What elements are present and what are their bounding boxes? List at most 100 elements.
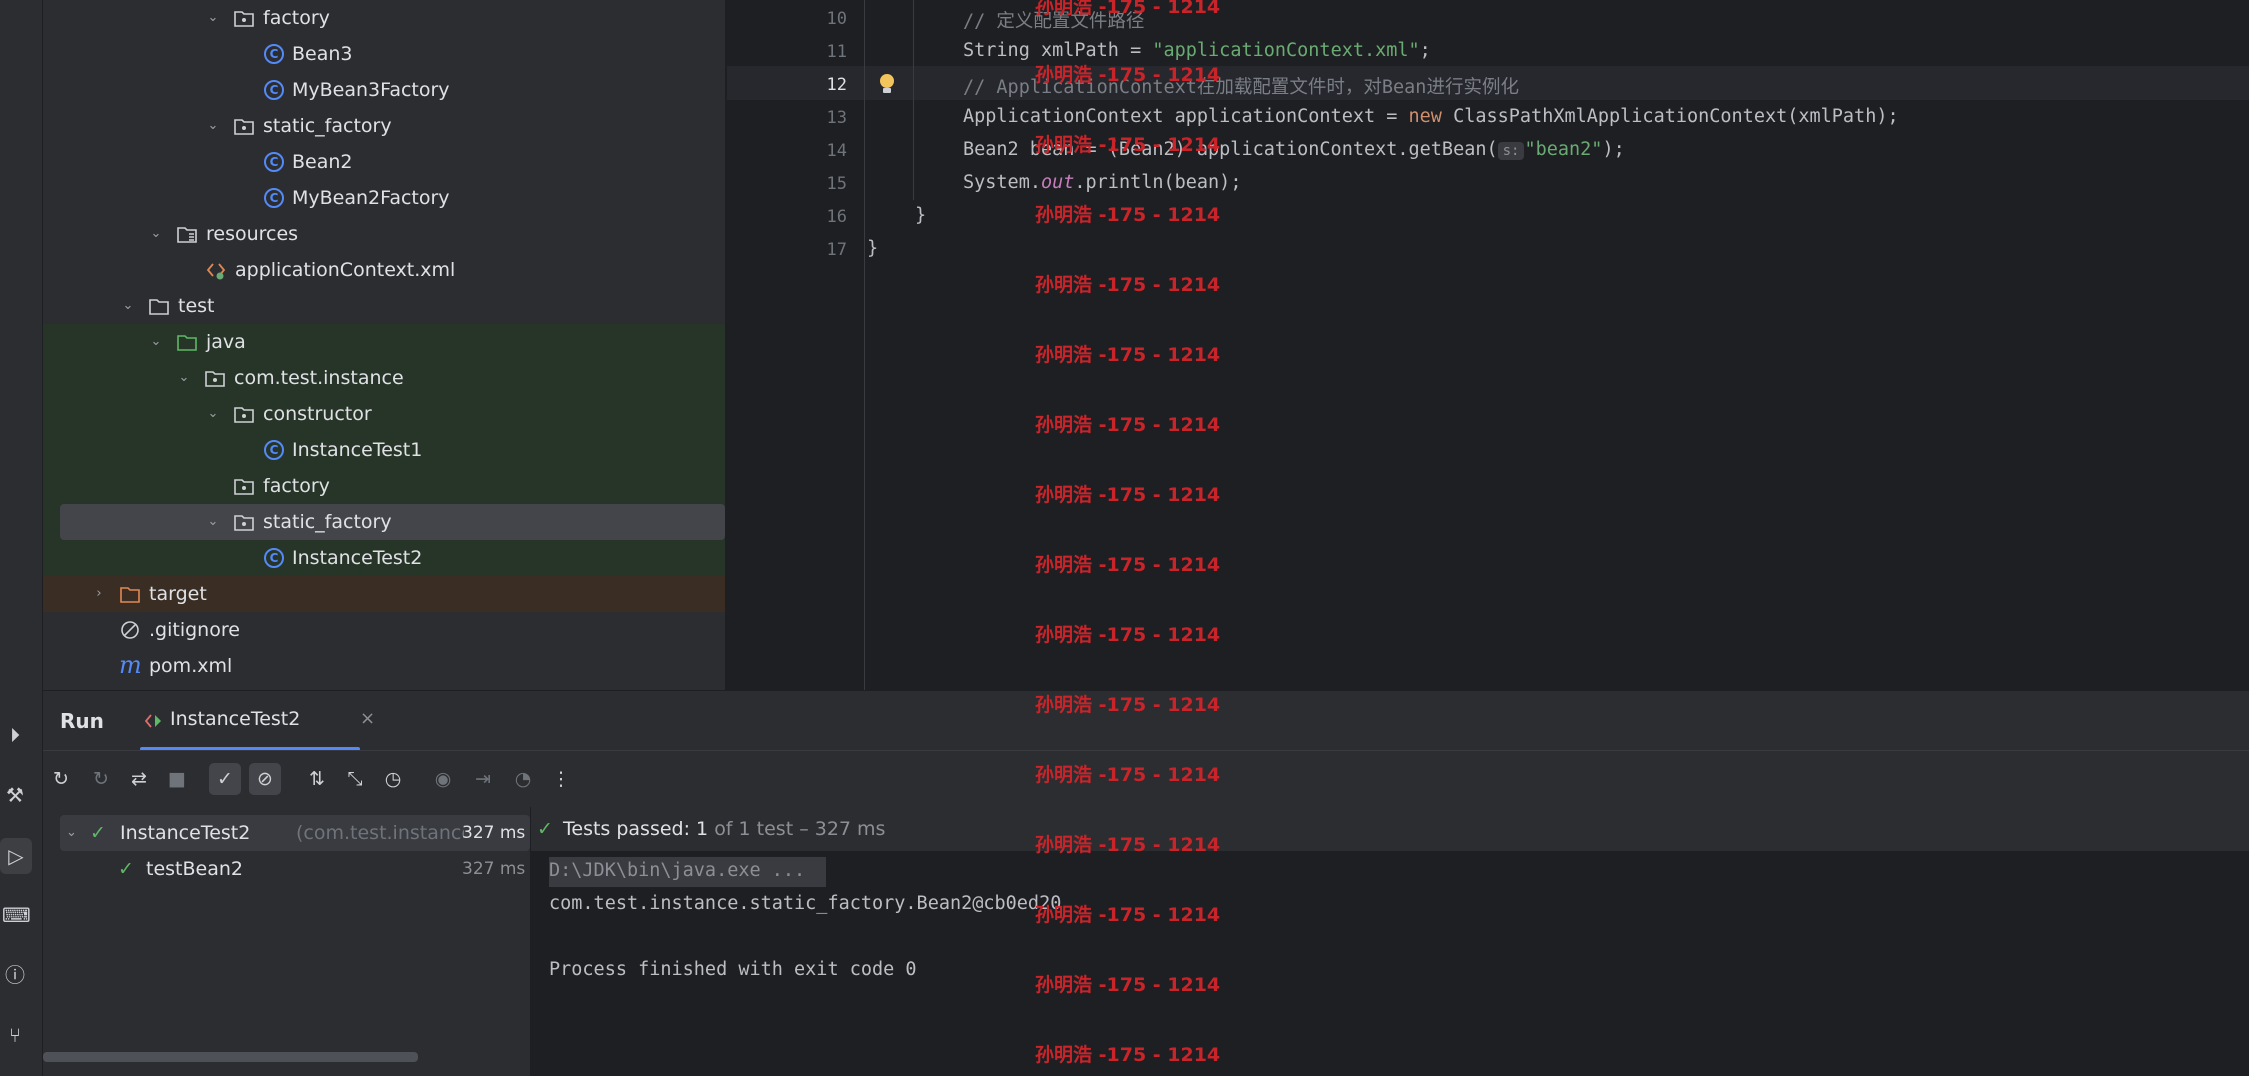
test-detail: (com.test.instance.s [296, 822, 464, 844]
tree-item-com-test-instance[interactable]: ⌄ com.test.instance [43, 360, 725, 396]
chevron-down-icon[interactable]: ⌄ [203, 0, 223, 36]
tree-item-label: target [149, 583, 207, 605]
tree-item-gitignore[interactable]: .gitignore [43, 612, 725, 648]
status-count: 1 [696, 818, 709, 840]
tree-item-java[interactable]: ⌄ java [43, 324, 725, 360]
tree-item-label: InstanceTest1 [292, 439, 423, 461]
tree-item-instancetest2[interactable]: C InstanceTest2 [43, 540, 725, 576]
code-token: System. [963, 172, 1041, 193]
tree-item-factory[interactable]: ⌄ factory [43, 0, 725, 36]
coverage-icon[interactable]: ◔ [507, 763, 539, 795]
tree-item-pom-xml[interactable]: m pom.xml [43, 648, 725, 684]
watermark: 孙明浩 -175 - 1214 [1035, 834, 1221, 856]
line-number: 13 [826, 108, 847, 128]
chevron-down-icon[interactable]: ⌄ [203, 504, 223, 540]
chevron-right-icon[interactable]: › [89, 576, 109, 612]
test-name: InstanceTest2 [120, 822, 251, 844]
line-number: 17 [826, 240, 847, 260]
history-icon[interactable]: ◷ [377, 763, 409, 795]
passed-check-icon: ✓ [90, 822, 106, 844]
tree-item-target[interactable]: › target [43, 576, 725, 612]
tree-item-static-factory-test[interactable]: ⌄ static_factory [43, 504, 725, 540]
code-line-16: } [915, 205, 927, 226]
chevron-down-icon[interactable]: ⌄ [203, 108, 223, 144]
camera-icon[interactable]: ◉ [427, 763, 459, 795]
test-time: 327 ms [462, 823, 526, 843]
tree-item-test[interactable]: ⌄ test [43, 288, 725, 324]
more-options-icon[interactable]: ⋮ [545, 763, 577, 795]
chevron-down-icon[interactable]: ⌄ [203, 396, 223, 432]
tree-item-label: com.test.instance [234, 367, 404, 389]
lightbulb-icon[interactable] [877, 72, 897, 96]
run-tab-label: InstanceTest2 [170, 708, 301, 730]
sort-icon[interactable]: ⇅ [301, 763, 333, 795]
tree-item-factory-test[interactable]: factory [43, 468, 725, 504]
code-token: String xmlPath = [963, 40, 1153, 61]
tree-item-static-factory[interactable]: ⌄ static_factory [43, 108, 725, 144]
code-keyword: new [1408, 106, 1442, 127]
selection-highlight [60, 504, 725, 540]
export-icon[interactable]: ⇥ [467, 763, 499, 795]
stop-icon[interactable]: ■ [161, 763, 193, 795]
code-string: "bean2" [1524, 139, 1603, 160]
resources-folder-icon [177, 227, 197, 243]
tests-horizontal-scrollbar[interactable] [43, 1052, 418, 1062]
package-folder-icon [234, 479, 254, 495]
watermark: 孙明浩 -175 - 1214 [1035, 554, 1221, 576]
excluded-folder-icon [120, 587, 140, 603]
class-icon: C [264, 44, 284, 64]
tree-item-constructor[interactable]: ⌄ constructor [43, 396, 725, 432]
watermark: 孙明浩 -175 - 1214 [1035, 974, 1221, 996]
watermark: 孙明浩 -175 - 1214 [1035, 0, 1221, 18]
chevron-down-icon[interactable]: ⌄ [146, 324, 166, 360]
test-row-testbean2[interactable]: ✓ testBean2 327 ms [60, 851, 530, 887]
run-icon[interactable]: ▷ [0, 838, 32, 874]
git-icon[interactable]: ⑂ [2, 1022, 28, 1048]
rerun-icon[interactable]: ↻ [45, 763, 77, 795]
show-passed-icon[interactable]: ✓ [209, 763, 241, 795]
tree-item-instancetest1[interactable]: C InstanceTest1 [43, 432, 725, 468]
show-ignored-icon[interactable]: ⊘ [249, 763, 281, 795]
services-icon[interactable]: ⏵ [2, 722, 28, 748]
tree-item-bean3[interactable]: C Bean3 [43, 36, 725, 72]
tree-item-mybean2factory[interactable]: C MyBean2Factory [43, 180, 725, 216]
package-folder-icon [205, 371, 225, 387]
toggle-auto-test-icon[interactable]: ⇄ [123, 763, 155, 795]
chevron-down-icon[interactable]: ⌄ [174, 360, 194, 396]
line-number: 15 [826, 174, 847, 194]
console-line: Process finished with exit code 0 [549, 959, 917, 980]
tree-item-label: factory [263, 475, 330, 497]
tree-item-label: Bean2 [292, 151, 353, 173]
tree-item-resources[interactable]: ⌄ resources [43, 216, 725, 252]
close-icon[interactable]: × [360, 708, 375, 729]
watermark: 孙明浩 -175 - 1214 [1035, 694, 1221, 716]
test-status-bar: ✓ Tests passed: 1 of 1 test – 327 ms [531, 807, 2249, 851]
chevron-down-icon[interactable]: ⌄ [146, 216, 166, 252]
status-rest: of 1 test – 327 ms [714, 818, 886, 840]
console-output[interactable]: ✓ Tests passed: 1 of 1 test – 327 ms D:\… [531, 807, 2249, 1076]
chevron-down-icon[interactable]: ⌄ [66, 815, 77, 851]
test-row-instancetest2[interactable]: ⌄ ✓ InstanceTest2 (com.test.instance.s 3… [60, 815, 530, 851]
code-token: ); [1602, 139, 1625, 160]
code-line-15: System.out.println(bean); [963, 172, 1241, 193]
tree-item-bean2[interactable]: C Bean2 [43, 144, 725, 180]
tree-item-mybean3factory[interactable]: C MyBean3Factory [43, 72, 725, 108]
collapse-all-icon[interactable]: ⤡ [339, 763, 371, 795]
terminal-icon[interactable]: ⌨ [2, 902, 31, 928]
status-text: Tests passed: 1 of 1 test – 327 ms [563, 807, 885, 851]
code-editor[interactable]: 10 11 12 13 14 15 16 17 // 定义配置文件路径 Stri… [727, 0, 2249, 690]
watermark: 孙明浩 -175 - 1214 [1035, 1044, 1221, 1066]
ignore-file-icon [121, 621, 139, 639]
rerun-failed-icon[interactable]: ↻ [85, 763, 117, 795]
tree-item-label: static_factory [263, 511, 392, 533]
run-tab[interactable]: InstanceTest2 × [140, 691, 390, 751]
passed-check-icon: ✓ [537, 818, 553, 840]
chevron-down-icon[interactable]: ⌄ [118, 288, 138, 324]
problems-icon[interactable]: ⓘ [2, 962, 28, 988]
test-results-tree: ⌄ ✓ InstanceTest2 (com.test.instance.s 3… [43, 807, 531, 1076]
build-icon[interactable]: ⚒ [2, 782, 28, 808]
folder-icon [149, 299, 169, 315]
tree-item-applicationcontext-xml[interactable]: applicationContext.xml [43, 252, 725, 288]
tree-item-label: pom.xml [149, 655, 233, 677]
maven-icon: m [119, 651, 142, 679]
